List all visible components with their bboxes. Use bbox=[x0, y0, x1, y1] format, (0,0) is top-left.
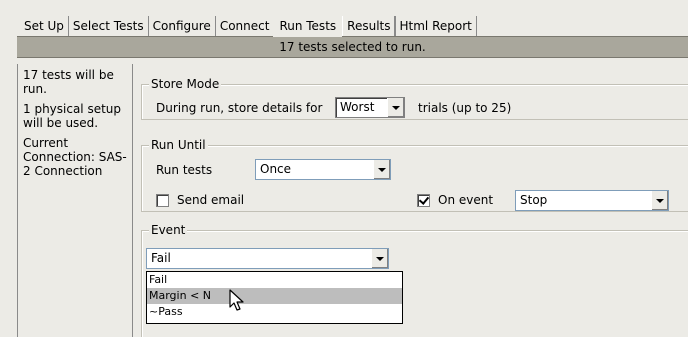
tests-count-text: 17 tests will be run. bbox=[23, 68, 114, 96]
store-suffix-row: trials (up to 25) bbox=[418, 97, 511, 118]
event-option-pass[interactable]: ~Pass bbox=[147, 304, 402, 320]
store-mode-value: Worst bbox=[340, 100, 375, 114]
tab-html-report[interactable]: Html Report bbox=[395, 16, 477, 36]
current-connection-text: Current Connection: SAS-2 Connection bbox=[23, 136, 127, 178]
tab-select-tests[interactable]: Select Tests bbox=[68, 16, 149, 36]
store-trials-label: trials (up to 25) bbox=[418, 100, 512, 115]
info-panel: 17 tests will be run. 1 physical setup w… bbox=[17, 64, 133, 337]
event-legend: Event bbox=[149, 223, 188, 237]
status-banner: 17 tests selected to run. bbox=[17, 36, 688, 58]
on-event-row: On event bbox=[417, 191, 493, 209]
event-dropdown-list: Fail Margin < N ~Pass bbox=[146, 271, 403, 324]
on-event-select[interactable]: Stop bbox=[515, 190, 669, 211]
run-tests-select[interactable]: Once bbox=[255, 159, 391, 180]
physical-setup-text: 1 physical setup will be used. bbox=[23, 102, 122, 130]
on-event-label: On event bbox=[438, 193, 494, 207]
send-email-row: Send email bbox=[156, 191, 244, 209]
run-tests-row: Run tests bbox=[156, 159, 212, 180]
tab-configure[interactable]: Configure bbox=[148, 16, 216, 36]
chevron-down-icon bbox=[656, 198, 664, 203]
event-option-margin[interactable]: Margin < N bbox=[147, 288, 402, 304]
on-event-dropdown-button[interactable] bbox=[651, 191, 668, 210]
chevron-down-icon bbox=[376, 256, 384, 261]
event-value: Fail bbox=[151, 251, 171, 265]
store-mode-dropdown-button[interactable] bbox=[387, 98, 404, 117]
on-event-value: Stop bbox=[520, 193, 548, 207]
chevron-down-icon bbox=[378, 167, 386, 172]
send-email-label: Send email bbox=[177, 193, 245, 207]
chevron-down-icon bbox=[392, 105, 400, 110]
tab-run-tests[interactable]: Run Tests bbox=[273, 14, 343, 37]
store-mode-select[interactable]: Worst bbox=[335, 97, 405, 118]
send-email-checkbox[interactable] bbox=[156, 193, 169, 207]
run-tests-label: Run tests bbox=[156, 162, 213, 177]
event-option-fail[interactable]: Fail bbox=[147, 272, 402, 288]
run-tests-dropdown-button[interactable] bbox=[373, 160, 390, 179]
store-mode-legend: Store Mode bbox=[149, 77, 222, 91]
event-select[interactable]: Fail bbox=[146, 248, 389, 269]
on-event-checkbox[interactable] bbox=[417, 193, 430, 207]
run-tests-value: Once bbox=[260, 162, 292, 176]
tab-results[interactable]: Results bbox=[342, 16, 396, 36]
tab-connect[interactable]: Connect bbox=[215, 16, 274, 36]
mouse-cursor-icon bbox=[229, 289, 244, 311]
event-dropdown-button[interactable] bbox=[371, 249, 388, 268]
tab-bar: Set Up Select Tests Configure Connect Ru… bbox=[22, 14, 477, 37]
store-details-label: During run, store details for bbox=[156, 100, 323, 115]
run-until-legend: Run Until bbox=[149, 138, 208, 152]
store-mode-row: During run, store details for bbox=[156, 97, 322, 118]
tab-set-up[interactable]: Set Up bbox=[22, 16, 69, 36]
